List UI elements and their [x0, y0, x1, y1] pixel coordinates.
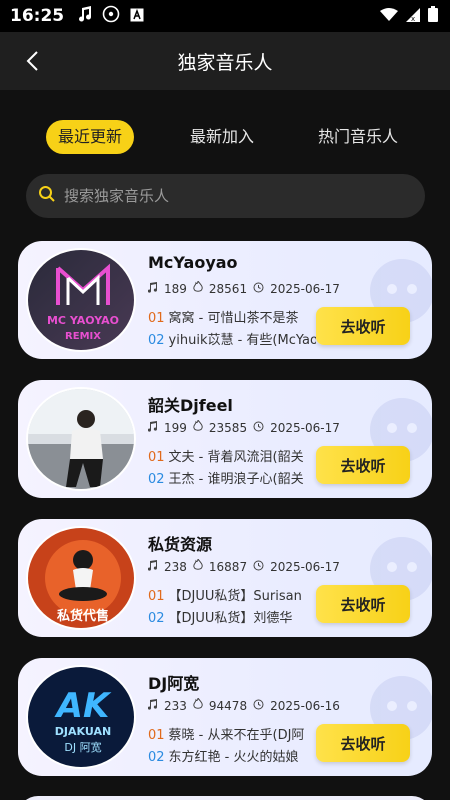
- svg-text:x: x: [411, 15, 415, 22]
- avatar-text-line1: MC YAOYAO: [47, 314, 119, 327]
- song-count: 199: [164, 420, 187, 435]
- track-item[interactable]: 02 东方红艳 - 火火的姑娘: [148, 746, 316, 765]
- track-title: 窝窝 - 可惜山茶不是茶: [168, 311, 299, 326]
- song-count: 189: [164, 281, 187, 296]
- update-date: 2025-06-17: [270, 559, 340, 574]
- fire-icon: [193, 418, 203, 435]
- app-header: 独家音乐人: [0, 32, 450, 90]
- track-number: 01: [148, 728, 165, 743]
- track-title: 蔡晓 - 从来不在乎(DJ阿: [168, 728, 305, 743]
- signal-icon: x: [406, 7, 420, 26]
- track-number: 02: [148, 333, 165, 348]
- clock-icon: [253, 282, 264, 296]
- track-item[interactable]: 01 【DJUU私货】Surisan: [148, 585, 316, 604]
- artist-avatar: MC YAOYAO REMIX: [26, 248, 136, 352]
- music-note-icon: [147, 281, 158, 296]
- main-content: 最近更新 最新加入 热门音乐人 MC YAOYAO REMIX McYaoyao: [0, 90, 450, 800]
- play-count: 23585: [208, 420, 248, 435]
- clock-icon: [253, 699, 264, 713]
- avatar-text-line2: DJ 阿宽: [64, 740, 101, 754]
- artist-stats: 233 94478 2025-06-16: [147, 696, 340, 713]
- wifi-icon: [380, 7, 398, 26]
- track-item[interactable]: 01 文夫 - 背着风流泪(韶关: [148, 446, 316, 465]
- track-item[interactable]: 02 王杰 - 谁明浪子心(韶关: [148, 468, 316, 487]
- track-item[interactable]: 02 yihuik苡慧 - 有些(McYao: [148, 329, 316, 348]
- avatar-text-line2: REMIX: [65, 331, 101, 342]
- avatar-text: 私货代售: [57, 608, 109, 624]
- tab-popular-artists[interactable]: 热门音乐人: [318, 120, 398, 154]
- back-arrow-icon[interactable]: [22, 49, 46, 73]
- track-title: 东方红艳 - 火火的姑娘: [168, 750, 299, 765]
- tab-newly-joined[interactable]: 最新加入: [190, 120, 254, 154]
- listen-button[interactable]: 去收听: [316, 307, 410, 345]
- fire-icon: [193, 696, 203, 713]
- artist-name: 韶关Djfeel: [148, 396, 233, 415]
- avatar-logo-text: AK: [54, 686, 112, 726]
- update-date: 2025-06-16: [270, 698, 340, 713]
- listen-button[interactable]: 去收听: [316, 585, 410, 623]
- track-number: 02: [148, 472, 165, 487]
- track-title: 王杰 - 谁明浪子心(韶关: [168, 472, 304, 487]
- listen-button[interactable]: 去收听: [316, 446, 410, 484]
- fire-icon: [193, 557, 203, 574]
- artist-avatar: AK DJAKUAN DJ 阿宽: [26, 665, 136, 769]
- artist-name: McYaoyao: [148, 253, 238, 272]
- track-title: yihuik苡慧 - 有些(McYao: [168, 333, 316, 348]
- track-number: 02: [148, 750, 165, 765]
- artist-avatar: [26, 387, 136, 491]
- font-a-icon: [130, 7, 144, 26]
- artist-name: DJ阿宽: [148, 674, 200, 693]
- music-note-icon: [147, 559, 158, 574]
- status-time: 16:25: [10, 6, 65, 26]
- disc-icon: [102, 5, 120, 27]
- update-date: 2025-06-17: [270, 281, 340, 296]
- clock-icon: [253, 421, 264, 435]
- track-number: 01: [148, 311, 165, 326]
- update-date: 2025-06-17: [270, 420, 340, 435]
- track-number: 01: [148, 589, 165, 604]
- play-count: 16887: [208, 559, 248, 574]
- play-count: 28561: [208, 281, 248, 296]
- page-title: 独家音乐人: [177, 51, 273, 74]
- artist-card[interactable]: 韶关Djfeel 199 23585 2025-06-17 01 文夫 - 背着风…: [18, 380, 432, 498]
- music-note-icon: [147, 698, 158, 713]
- track-number: 01: [148, 450, 165, 465]
- avatar-text-line1: DJAKUAN: [55, 725, 111, 738]
- track-title: 文夫 - 背着风流泪(韶关: [168, 450, 304, 465]
- artist-name: 私货资源: [148, 535, 213, 554]
- track-item[interactable]: 01 蔡晓 - 从来不在乎(DJ阿: [148, 724, 316, 743]
- artist-card-partial[interactable]: [18, 796, 432, 800]
- tab-recent-update[interactable]: 最近更新: [46, 120, 135, 154]
- track-title: 【DJUU私货】刘德华: [168, 611, 293, 626]
- song-count: 233: [164, 698, 187, 713]
- listen-button[interactable]: 去收听: [316, 724, 410, 762]
- tab-bar: 最近更新 最新加入 热门音乐人: [0, 120, 450, 156]
- artist-card[interactable]: AK DJAKUAN DJ 阿宽 DJ阿宽 233 94478 2025-06-…: [18, 658, 432, 776]
- battery-icon: [428, 6, 438, 26]
- music-note-icon: [78, 6, 92, 26]
- fire-icon: [193, 279, 203, 296]
- artist-stats: 199 23585 2025-06-17: [147, 418, 340, 435]
- search-input[interactable]: [64, 187, 384, 205]
- artist-card[interactable]: 私货代售 私货资源 238 16887 2025-06-17 01 【DJUU私货…: [18, 519, 432, 637]
- search-icon: [38, 185, 56, 207]
- artist-stats: 238 16887 2025-06-17: [147, 557, 340, 574]
- artist-avatar: 私货代售: [26, 526, 136, 630]
- artist-card[interactable]: MC YAOYAO REMIX McYaoyao 189 28561 2025-…: [18, 241, 432, 359]
- clock-icon: [253, 560, 264, 574]
- search-bar: [26, 174, 425, 218]
- track-item[interactable]: 01 窝窝 - 可惜山茶不是茶: [148, 307, 316, 326]
- track-item[interactable]: 02 【DJUU私货】刘德华: [148, 607, 316, 626]
- track-number: 02: [148, 611, 165, 626]
- music-note-icon: [147, 420, 158, 435]
- song-count: 238: [164, 559, 187, 574]
- track-title: 【DJUU私货】Surisan: [168, 589, 302, 604]
- play-count: 94478: [208, 698, 248, 713]
- status-bar: 16:25 x: [0, 0, 450, 32]
- artist-stats: 189 28561 2025-06-17: [147, 279, 340, 296]
